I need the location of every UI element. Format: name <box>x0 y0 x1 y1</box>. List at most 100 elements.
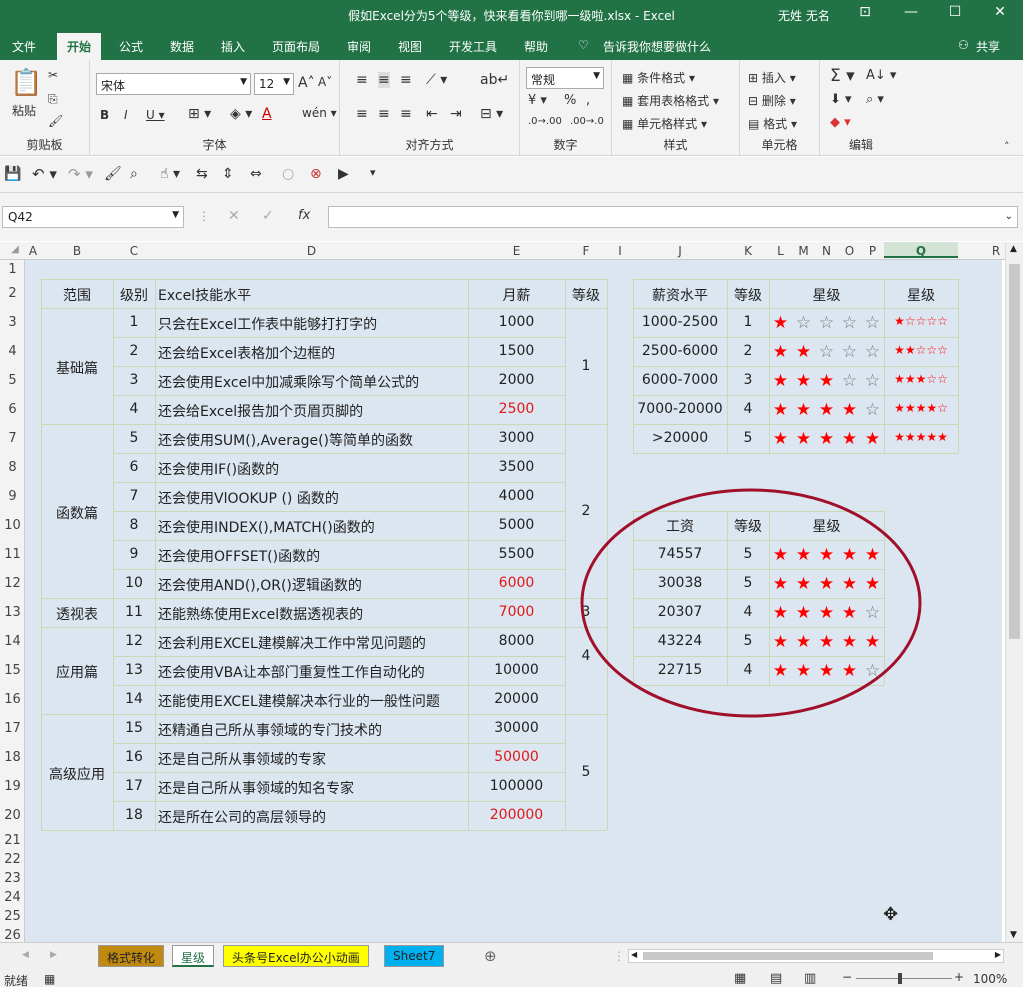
row-header[interactable]: 18 <box>0 750 25 765</box>
comma-icon[interactable]: , <box>586 93 590 108</box>
tab-page-layout[interactable]: 页面布局 <box>272 38 320 55</box>
prev-sheet-icon[interactable]: ◀ <box>22 950 29 960</box>
row-header[interactable]: 19 <box>0 779 25 794</box>
name-box[interactable]: Q42 ▼ <box>2 206 184 228</box>
macro-icon[interactable]: ▶ <box>338 166 349 182</box>
tab-file[interactable]: 文件 <box>12 38 36 55</box>
indent-decrease-icon[interactable]: ⇤ <box>426 106 438 122</box>
tell-me-box[interactable]: 告诉我你想要做什么 <box>603 38 711 55</box>
find-icon[interactable]: ⌕ ▾ <box>866 92 884 107</box>
sheet-tab-sheet7[interactable]: Sheet7 <box>384 945 445 967</box>
zoom-level[interactable]: 100% <box>973 972 1007 986</box>
format-painter-icon[interactable]: 🖌 <box>104 166 122 182</box>
paste-icon[interactable]: 📋 <box>10 68 42 98</box>
number-format-select[interactable]: 常规 ▼ <box>526 67 604 89</box>
tab-view[interactable]: 视图 <box>398 38 422 55</box>
align-bottom-icon[interactable]: ≡ <box>400 72 412 88</box>
sort-filter-icon[interactable]: A↓ ▾ <box>866 68 896 83</box>
row-header[interactable]: 7 <box>0 431 25 446</box>
tab-insert[interactable]: 插入 <box>221 38 245 55</box>
row-header[interactable]: 10 <box>0 518 25 533</box>
conditional-format-button[interactable]: ▦ 条件格式 ▾ <box>622 69 695 86</box>
column-width-icon[interactable]: ⇔ <box>250 166 262 182</box>
font-size-select[interactable]: 12 ▼ <box>254 73 294 95</box>
ribbon-display-icon[interactable]: ⊡ <box>850 4 880 20</box>
vertical-scrollbar[interactable]: ▲ ▼ <box>1005 242 1023 942</box>
row-header[interactable]: 2 <box>0 286 25 301</box>
row-header[interactable]: 8 <box>0 460 25 475</box>
increase-decimal-icon[interactable]: .0→.00 <box>528 116 562 127</box>
row-header[interactable]: 3 <box>0 315 25 330</box>
orientation-icon[interactable]: ⟋ ▾ <box>426 72 447 88</box>
paste-button[interactable]: 粘贴 <box>12 102 36 119</box>
align-left-icon[interactable]: ≡ <box>356 106 368 122</box>
col-header-j[interactable]: J <box>633 244 727 258</box>
fill-icon[interactable]: ⬇ ▾ <box>830 92 852 107</box>
col-header-l[interactable]: L <box>769 244 792 258</box>
row-header[interactable]: 1 <box>0 262 25 277</box>
align-top-icon[interactable]: ≡ <box>356 72 368 88</box>
tab-data[interactable]: 数据 <box>170 38 194 55</box>
row-header[interactable]: 22 <box>0 852 25 867</box>
zoom-in-icon[interactable]: + <box>954 970 964 984</box>
row-header[interactable]: 15 <box>0 663 25 678</box>
row-header[interactable]: 9 <box>0 489 25 504</box>
format-painter-icon[interactable]: 🖌 <box>48 114 63 128</box>
horizontal-scrollbar[interactable]: ◀ ▶ <box>628 949 1004 963</box>
col-header-a[interactable]: A <box>25 244 41 258</box>
copy-icon[interactable]: ⎘ <box>48 92 58 107</box>
customize-qat-icon[interactable]: ▾ <box>370 166 376 179</box>
maximize-icon[interactable]: ☐ <box>940 4 970 20</box>
scroll-thumb[interactable] <box>1009 264 1020 639</box>
scroll-down-icon[interactable]: ▼ <box>1010 930 1017 940</box>
sheet-tab-animation[interactable]: 头条号Excel办公小动画 <box>223 945 369 967</box>
undo-icon[interactable]: ↶ ▾ <box>32 165 57 183</box>
row-header[interactable]: 5 <box>0 373 25 388</box>
align-middle-icon[interactable]: ≡ <box>378 72 390 88</box>
col-header-i[interactable]: I <box>607 244 633 258</box>
zoom-thumb[interactable] <box>898 973 902 984</box>
enter-icon[interactable]: ✓ <box>262 208 274 224</box>
row-header[interactable]: 20 <box>0 808 25 823</box>
row-header[interactable]: 11 <box>0 547 25 562</box>
tab-developer[interactable]: 开发工具 <box>449 38 497 55</box>
cancel-icon[interactable]: ✕ <box>228 208 240 224</box>
redo-icon[interactable]: ↷ ▾ <box>68 165 93 183</box>
font-color-icon[interactable]: A <box>262 106 272 122</box>
worksheet-grid[interactable]: 范围 级别 Excel技能水平 月薪 等级 1 只会在Excel工作表中能够打打字的 1000… <box>25 260 1002 942</box>
bold-button[interactable]: B <box>100 108 109 122</box>
indent-increase-icon[interactable]: ⇥ <box>450 106 462 122</box>
zoom-out-icon[interactable]: − <box>842 970 852 984</box>
row-header[interactable]: 26 <box>0 928 25 943</box>
col-header-c[interactable]: C <box>113 244 155 258</box>
normal-view-icon[interactable]: ▦ <box>734 971 746 986</box>
row-header[interactable]: 6 <box>0 402 25 417</box>
align-right-icon[interactable]: ≡ <box>400 106 412 122</box>
macro-record-icon[interactable]: ▦ <box>44 972 55 986</box>
col-header-b[interactable]: B <box>41 244 113 258</box>
chevron-down-icon[interactable]: ⌄ <box>1005 211 1013 222</box>
sheet-tab-format[interactable]: 格式转化 <box>98 945 165 967</box>
touch-mode-icon[interactable]: ☝ ▾ <box>160 166 180 182</box>
share-button[interactable]: 共享 <box>976 38 1000 55</box>
row-header[interactable]: 16 <box>0 692 25 707</box>
currency-icon[interactable]: ¥ ▾ <box>528 93 547 108</box>
col-header-q[interactable]: Q <box>884 242 958 258</box>
merge-icon[interactable]: ⊟ ▾ <box>480 106 503 122</box>
tool-icon[interactable]: ⇆ <box>196 166 208 182</box>
tab-help[interactable]: 帮助 <box>524 38 548 55</box>
clear-icon[interactable]: ◆ ▾ <box>830 115 851 130</box>
page-break-icon[interactable]: ▥ <box>804 971 816 986</box>
close-icon[interactable]: ✕ <box>985 4 1015 20</box>
autosum-icon[interactable]: Σ ▾ <box>830 66 855 86</box>
format-cells-button[interactable]: ▤ 格式 ▾ <box>748 115 797 132</box>
phonetic-icon[interactable]: wén ▾ <box>302 106 337 120</box>
underline-button[interactable]: U ▾ <box>146 108 165 122</box>
row-header[interactable]: 25 <box>0 909 25 924</box>
table-format-button[interactable]: ▦ 套用表格格式 ▾ <box>622 92 719 109</box>
next-sheet-icon[interactable]: ▶ <box>50 950 57 960</box>
font-name-select[interactable]: 宋体 ▼ <box>96 73 251 95</box>
col-header-o[interactable]: O <box>838 244 861 258</box>
sheet-tab-stars[interactable]: 星级 <box>172 945 215 967</box>
minimize-icon[interactable]: — <box>896 4 926 20</box>
